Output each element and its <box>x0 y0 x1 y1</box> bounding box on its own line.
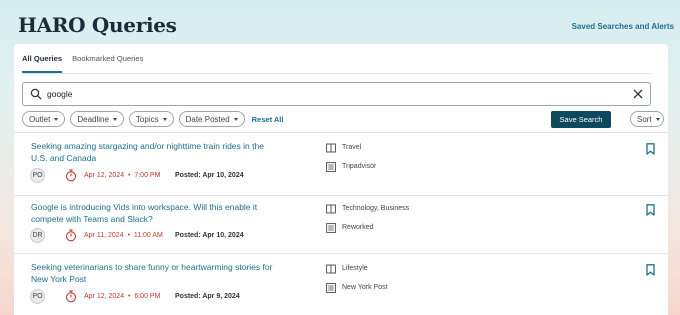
deadline-date: Apr 12, 2024 <box>84 172 125 179</box>
deadline-text: Apr 12, 2024 • 6:00 PM <box>84 293 160 300</box>
chevron-down-icon <box>54 117 59 121</box>
posted-date: Posted: Apr 10, 2024 <box>175 172 244 179</box>
filter-label: Topics <box>135 114 159 124</box>
bookmark-icon[interactable] <box>646 143 655 155</box>
stopwatch-icon <box>65 290 77 303</box>
book-icon <box>326 204 336 214</box>
book-icon <box>326 143 336 153</box>
page-title: HARO Queries <box>18 13 177 37</box>
query-outlet: Tripadvisor <box>342 163 377 170</box>
chevron-down-icon <box>233 117 238 121</box>
close-icon[interactable] <box>633 89 643 99</box>
deadline-date: Apr 11, 2024 <box>84 232 124 239</box>
query-row: Google is introducing Vids into workspac… <box>14 202 668 259</box>
row-divider <box>14 195 668 196</box>
search-icon <box>30 88 42 100</box>
filters-divider <box>14 132 668 133</box>
deadline-date: Apr 12, 2024 <box>84 293 125 300</box>
filter-outlet[interactable]: Outlet <box>22 111 66 127</box>
filter-label: Outlet <box>29 114 51 124</box>
queries-card: All Queries Bookmarked Queries Outlet De… <box>14 44 668 315</box>
sort-dropdown[interactable]: Sort <box>630 111 664 127</box>
row-divider <box>14 253 668 254</box>
deadline-separator: • <box>126 172 133 179</box>
query-title-link[interactable]: Seeking veterinarians to share funny or … <box>31 262 281 285</box>
deadline-text: Apr 11, 2024 • 11:00 AM <box>84 232 163 239</box>
chevron-down-icon <box>112 117 117 121</box>
query-row: Seeking amazing stargazing and/or nightt… <box>14 141 668 198</box>
deadline-separator: • <box>126 293 133 300</box>
tab-bar: All Queries Bookmarked Queries <box>22 52 143 74</box>
filter-label: Date Posted <box>185 114 230 124</box>
newspaper-icon <box>326 162 336 172</box>
sort-label: Sort <box>637 114 652 124</box>
avatar: PO <box>30 168 45 183</box>
avatar: PO <box>30 289 45 304</box>
chevron-down-icon <box>655 117 660 121</box>
reset-all-link[interactable]: Reset All <box>252 115 284 124</box>
filter-bar: Outlet Deadline Topics Date Posted Reset… <box>22 111 283 127</box>
deadline-time: 7:00 PM <box>134 172 161 179</box>
avatar: DR <box>30 228 45 243</box>
stopwatch-icon <box>65 169 77 182</box>
stopwatch-icon <box>65 229 77 242</box>
saved-searches-link[interactable]: Saved Searches and Alerts <box>572 22 674 31</box>
newspaper-icon <box>326 283 336 293</box>
query-outlet: Reworked <box>342 224 374 231</box>
tab-bookmarked-queries[interactable]: Bookmarked Queries <box>72 52 143 73</box>
bookmark-icon[interactable] <box>646 204 655 216</box>
filter-topics[interactable]: Topics <box>128 111 174 127</box>
chevron-down-icon <box>162 117 167 121</box>
posted-date: Posted: Apr 9, 2024 <box>175 293 240 300</box>
deadline-separator: • <box>125 232 132 239</box>
query-title-link[interactable]: Google is introducing Vids into workspac… <box>31 202 281 225</box>
save-search-button[interactable]: Save Search <box>551 111 611 128</box>
query-outlet: New York Post <box>342 284 388 291</box>
tab-all-queries[interactable]: All Queries <box>22 52 63 73</box>
query-title-link[interactable]: Seeking amazing stargazing and/or nightt… <box>31 141 281 164</box>
deadline-text: Apr 12, 2024 • 7:00 PM <box>84 172 160 179</box>
book-icon <box>326 264 336 274</box>
newspaper-icon <box>326 223 336 233</box>
deadline-time: 6:00 PM <box>134 293 161 300</box>
filter-label: Deadline <box>77 114 109 124</box>
tab-divider <box>22 73 652 74</box>
filter-date-posted[interactable]: Date Posted <box>178 111 245 127</box>
bookmark-icon[interactable] <box>646 264 655 276</box>
query-topics: Lifestyle <box>342 265 368 272</box>
posted-date: Posted: Apr 10, 2024 <box>175 232 244 239</box>
query-topics: Travel <box>342 144 362 151</box>
query-row: Seeking veterinarians to share funny or … <box>14 262 668 315</box>
query-topics: Technology, Business <box>342 205 410 212</box>
search-box[interactable] <box>22 82 651 106</box>
search-input[interactable] <box>47 86 607 102</box>
deadline-time: 11:00 AM <box>133 232 163 239</box>
filter-deadline[interactable]: Deadline <box>70 111 124 127</box>
